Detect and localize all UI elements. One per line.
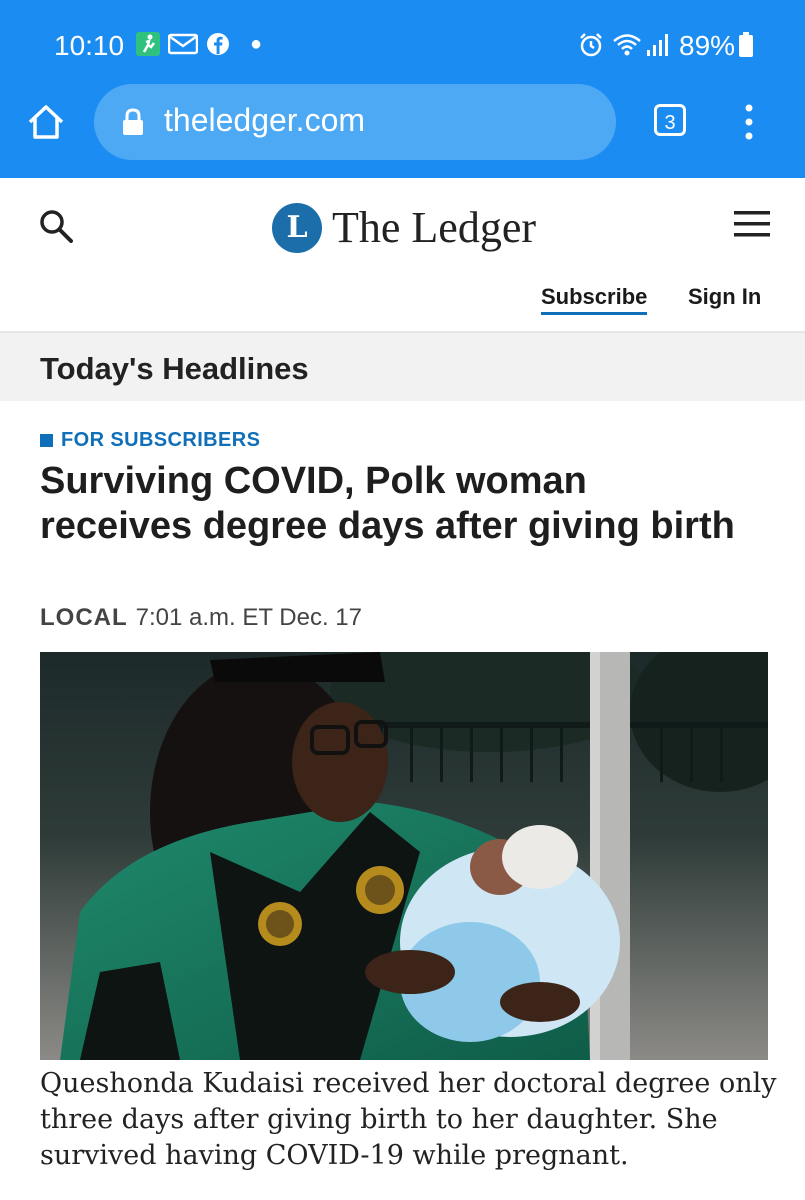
- status-bar: 10:10 ● 89%: [0, 0, 805, 84]
- article-timestamp: 7:01 a.m. ET Dec. 17: [135, 604, 362, 631]
- hamburger-menu-icon[interactable]: [734, 210, 770, 238]
- section-title: Today's Headlines: [40, 351, 309, 386]
- subscriber-badge: FOR SUBSCRIBERS: [40, 429, 260, 452]
- article-headline[interactable]: Surviving COVID, Polk woman receives deg…: [40, 459, 740, 549]
- tab-switcher-button[interactable]: 3: [654, 104, 686, 136]
- home-icon[interactable]: [26, 102, 66, 142]
- alarm-icon: [580, 33, 602, 57]
- logo-mark: L: [272, 202, 322, 253]
- browser-toolbar: theledger.com 3: [0, 84, 805, 178]
- article-photo[interactable]: [40, 652, 768, 1060]
- address-bar[interactable]: theledger.com: [94, 84, 616, 160]
- photo-caption: Queshonda Kudaisi received her doctoral …: [40, 1068, 777, 1171]
- subscribe-link[interactable]: Subscribe: [541, 284, 648, 315]
- more-options-icon[interactable]: [740, 104, 758, 140]
- more-notifications-dot: ●: [250, 33, 263, 55]
- article-category[interactable]: LOCAL: [40, 604, 128, 631]
- site-logo[interactable]: L The Ledger: [272, 202, 536, 253]
- search-icon[interactable]: [38, 208, 74, 244]
- graduate-with-newborn-image: [40, 652, 768, 1060]
- sign-in-link[interactable]: Sign In: [688, 284, 761, 310]
- battery-icon: [739, 32, 753, 57]
- mail-icon: [168, 33, 198, 55]
- logo-wordmark: The Ledger: [332, 203, 536, 252]
- lock-icon: [123, 108, 143, 135]
- clock: 10:10: [54, 30, 125, 61]
- subscriber-square-icon: [40, 434, 53, 447]
- signal-icon: [647, 34, 668, 56]
- section-header: Today's Headlines: [0, 333, 805, 401]
- url-text: theledger.com: [164, 102, 366, 138]
- wifi-icon: [613, 34, 641, 56]
- kicker-label: FOR SUBSCRIBERS: [61, 429, 261, 451]
- site-header: L The Ledger Subscribe Sign In: [0, 178, 805, 333]
- fitness-icon: [136, 32, 160, 56]
- article-meta: LOCAL 7:01 a.m. ET Dec. 17: [40, 604, 362, 632]
- facebook-icon: [207, 33, 229, 55]
- battery-percentage: 89%: [679, 30, 736, 61]
